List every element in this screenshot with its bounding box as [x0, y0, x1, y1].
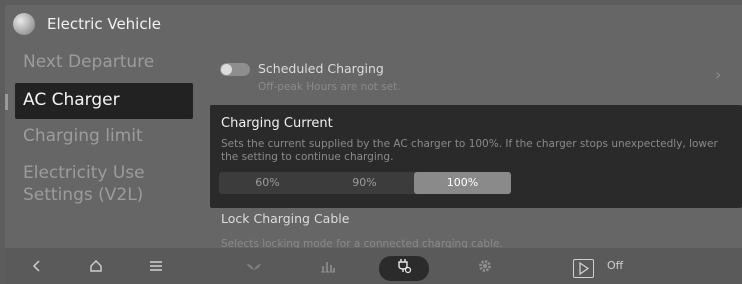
chevron-right-icon[interactable]: ›	[715, 65, 721, 84]
charging-current-panel: Charging Current Sets the current suppli…	[210, 105, 742, 208]
charging-current-description: Sets the current supplied by the AC char…	[221, 138, 718, 163]
screen: Electric Vehicle Next Departure AC Charg…	[5, 5, 742, 284]
sidebar-item-charging-limit[interactable]: Charging limit	[15, 125, 193, 147]
play-status-label: Off	[607, 259, 624, 272]
scheduled-charging-sub: Off-peak Hours are not set.	[258, 81, 401, 93]
bar-chart-icon[interactable]	[317, 248, 339, 284]
lock-charging-cable-label[interactable]: Lock Charging Cable	[221, 211, 349, 226]
home-icon[interactable]	[85, 248, 107, 284]
gear-icon[interactable]	[475, 248, 495, 284]
option-100[interactable]: 100%	[414, 172, 511, 194]
header: Electric Vehicle	[5, 5, 742, 43]
bottom-nav-bar: Off	[5, 248, 742, 284]
leaf-icon[interactable]	[243, 248, 265, 284]
option-90[interactable]: 90%	[316, 172, 413, 194]
toggle-knob	[221, 64, 232, 75]
charging-current-selector: 60% 90% 100%	[219, 172, 511, 194]
sidebar-item-ac-charger[interactable]: AC Charger	[15, 83, 193, 119]
ev-charger-icon[interactable]	[394, 248, 414, 284]
menu-icon[interactable]	[145, 248, 167, 284]
ev-app-icon	[13, 13, 35, 35]
charging-current-title: Charging Current	[221, 116, 333, 131]
play-icon[interactable]	[573, 259, 594, 278]
page-title: Electric Vehicle	[47, 15, 161, 33]
scheduled-charging-toggle[interactable]	[220, 63, 250, 76]
back-icon[interactable]	[27, 248, 47, 284]
sidebar-item-next-departure[interactable]: Next Departure	[15, 51, 193, 73]
sidebar-scroll-marker	[5, 94, 8, 110]
scheduled-charging-label: Scheduled Charging	[258, 61, 384, 76]
option-60[interactable]: 60%	[219, 172, 316, 194]
sidebar-item-v2l[interactable]: Electricity Use Settings (V2L)	[15, 162, 205, 206]
